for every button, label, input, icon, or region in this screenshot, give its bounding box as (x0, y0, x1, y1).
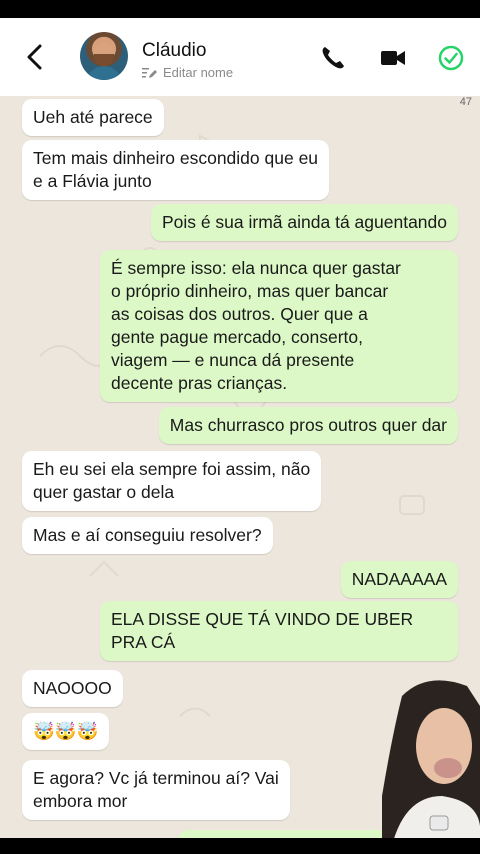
message-counter: 47 (459, 96, 472, 108)
chat-header: Cláudio Editar nome (0, 18, 480, 97)
back-chevron-icon[interactable] (22, 42, 48, 72)
video-icon[interactable] (379, 44, 407, 72)
message-incoming[interactable]: Ueh até parece (22, 99, 164, 136)
message-outgoing[interactable]: É sempre isso: ela nunca quer gastar o p… (100, 250, 458, 402)
top-black-bar (0, 0, 480, 18)
reaction-person-overlay (382, 676, 480, 854)
pencil-lines-icon (142, 67, 157, 78)
message-incoming[interactable]: E agora? Vc já terminou aí? Vai embora m… (22, 760, 290, 820)
message-outgoing[interactable]: NADAAAAA (340, 561, 458, 598)
phone-icon[interactable] (319, 44, 347, 72)
message-outgoing[interactable]: Mas churrasco pros outros quer dar (158, 407, 458, 444)
message-incoming[interactable]: Eh eu sei ela sempre foi assim, não quer… (22, 451, 322, 511)
message-incoming[interactable]: NAOOOO (22, 670, 123, 707)
edit-name-link[interactable]: Editar nome (142, 65, 233, 80)
message-outgoing[interactable]: ELA DISSE QUE TÁ VINDO DE UBER PRA CÁ (100, 601, 458, 661)
message-outgoing[interactable]: Pois é sua irmã ainda tá aguentando (150, 204, 458, 241)
message-incoming[interactable]: Mas e aí conseguiu resolver? (22, 517, 273, 554)
message-incoming[interactable]: 🤯🤯🤯 (22, 713, 110, 750)
avatar[interactable] (80, 32, 128, 80)
message-incoming[interactable]: Tem mais dinheiro escondido que eu e a F… (22, 140, 330, 200)
bottom-black-bar (0, 838, 480, 854)
contact-name[interactable]: Cláudio (142, 40, 206, 62)
check-circle-icon[interactable] (437, 44, 465, 72)
edit-name-label: Editar nome (163, 65, 234, 80)
